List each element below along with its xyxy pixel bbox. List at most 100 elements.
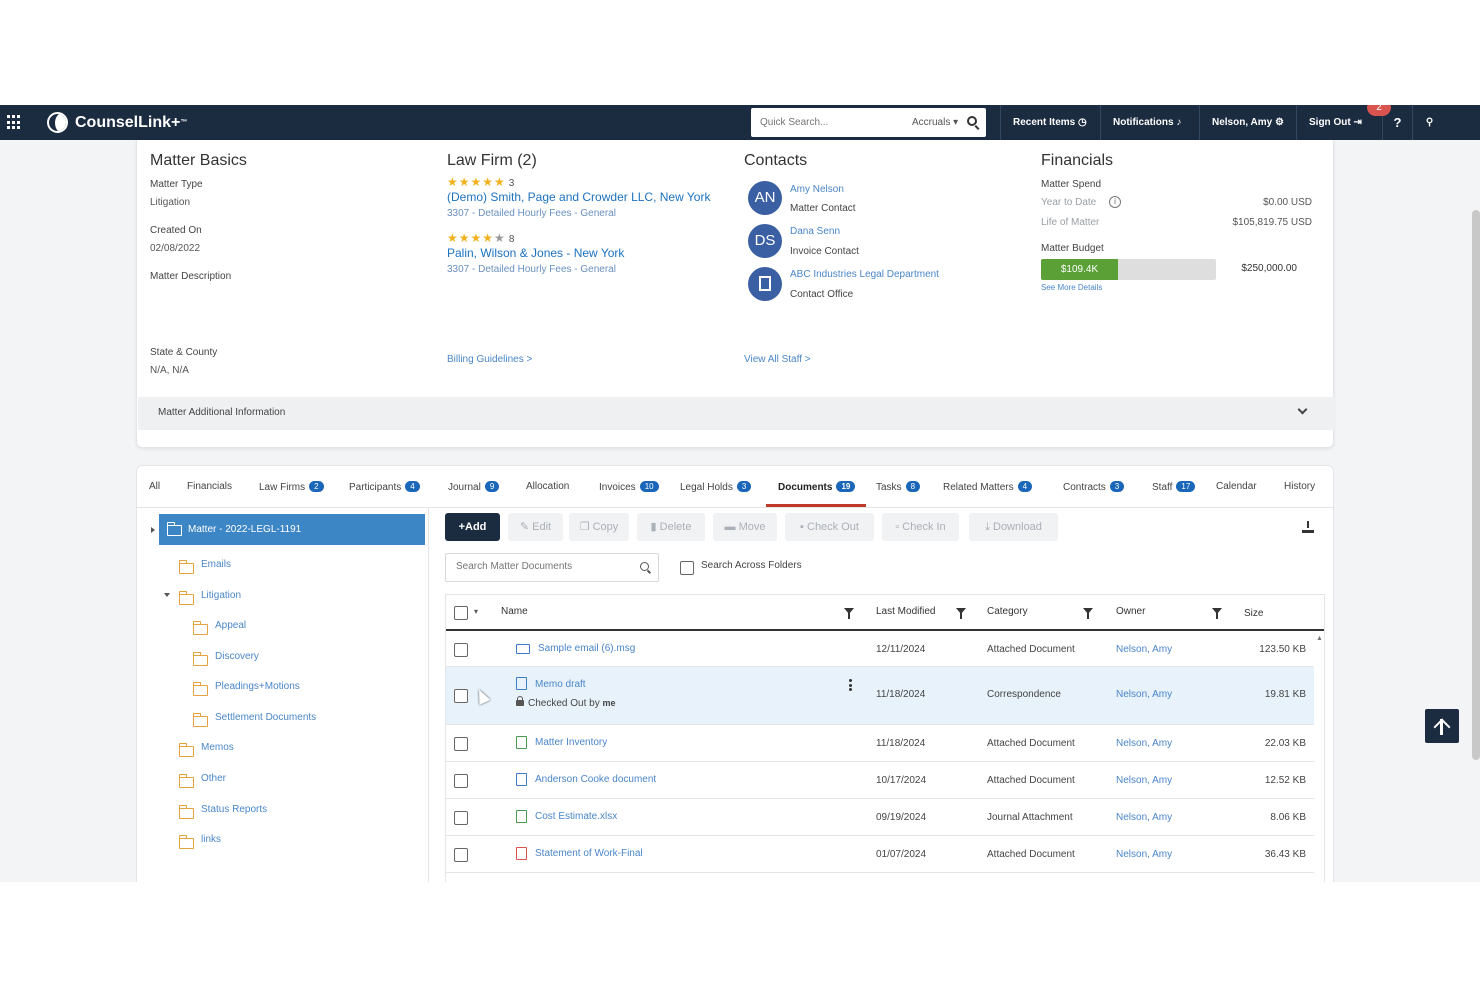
owner-link[interactable]: Nelson, Amy xyxy=(1116,644,1172,655)
more-options-icon[interactable] xyxy=(849,679,852,691)
download-button[interactable]: ⤓ Download xyxy=(969,513,1058,541)
folder-pleadings-motions[interactable]: Pleadings+Motions xyxy=(215,681,300,692)
law-firm-fee-detail[interactable]: 3307 - Detailed Hourly Fees - General xyxy=(447,264,616,275)
tab-financials[interactable]: Financials xyxy=(187,481,232,492)
tab-journal[interactable]: Journal 9 xyxy=(448,481,500,493)
owner-link[interactable]: Nelson, Amy xyxy=(1116,689,1172,700)
filter-icon[interactable] xyxy=(956,608,966,619)
row-checkbox[interactable] xyxy=(454,811,468,825)
tab-participants[interactable]: Participants 4 xyxy=(349,481,420,493)
table-row[interactable]: Sample email (6).msg 12/11/2024 Attached… xyxy=(446,631,1314,667)
user-menu-button[interactable]: Nelson, Amy ⚙ xyxy=(1199,105,1296,140)
app-logo[interactable]: CounselLink+ ™ xyxy=(47,112,187,133)
law-firm-fee-detail[interactable]: 3307 - Detailed Hourly Fees - General xyxy=(447,208,616,219)
folder-settlement-documents[interactable]: Settlement Documents xyxy=(215,712,316,723)
table-row[interactable]: Matter Inventory 11/18/2024 Attached Doc… xyxy=(446,725,1314,762)
see-more-details-link[interactable]: See More Details xyxy=(1041,283,1102,292)
search-scope-dropdown[interactable]: Accruals ▾ xyxy=(912,117,958,128)
folder-emails[interactable]: Emails xyxy=(201,559,231,570)
folder-other[interactable]: Other xyxy=(201,773,226,784)
column-header-last-modified[interactable]: Last Modified xyxy=(876,606,935,617)
document-name-link[interactable]: Sample email (6).msg xyxy=(538,643,635,654)
quick-search-input[interactable] xyxy=(760,117,900,128)
folder-memos[interactable]: Memos xyxy=(201,742,234,753)
contact-name-link[interactable]: ABC Industries Legal Department xyxy=(790,269,939,280)
owner-link[interactable]: Nelson, Amy xyxy=(1116,775,1172,786)
filter-icon[interactable] xyxy=(1212,608,1222,619)
scroll-to-top-button[interactable] xyxy=(1425,709,1459,743)
chevron-down-icon[interactable]: ▾ xyxy=(474,607,478,616)
tab-invoices[interactable]: Invoices 10 xyxy=(599,481,659,493)
notifications-button[interactable]: Notifications ♪ xyxy=(1100,105,1199,140)
owner-link[interactable]: Nelson, Amy xyxy=(1116,812,1172,823)
tree-root-folder[interactable]: Matter - 2022-LEGL-1191 xyxy=(159,514,425,545)
owner-link[interactable]: Nelson, Amy xyxy=(1116,849,1172,860)
caret-icon[interactable] xyxy=(151,527,155,533)
location-button[interactable]: ⚲ xyxy=(1412,105,1446,140)
select-all-checkbox[interactable] xyxy=(454,606,468,620)
tab-legal-holds[interactable]: Legal Holds 3 xyxy=(680,481,752,493)
document-name-link[interactable]: Statement of Work-Final xyxy=(535,848,643,859)
recent-items-button[interactable]: Recent Items ◷ xyxy=(1000,105,1100,140)
add-button[interactable]: +Add xyxy=(445,513,500,541)
search-across-folders-checkbox[interactable] xyxy=(680,561,694,575)
view-all-staff-link[interactable]: View All Staff > xyxy=(744,354,811,365)
table-row[interactable]: Statement of Work-Final 01/07/2024 Attac… xyxy=(446,836,1314,873)
folder-links[interactable]: links xyxy=(201,834,221,845)
row-checkbox[interactable] xyxy=(454,737,468,751)
billing-guidelines-link[interactable]: Billing Guidelines > xyxy=(447,354,532,365)
tab-contracts[interactable]: Contracts 3 xyxy=(1063,481,1125,493)
check-in-button[interactable]: ▫ Check In xyxy=(882,513,959,541)
contact-name-link[interactable]: Amy Nelson xyxy=(790,184,844,195)
column-header-owner[interactable]: Owner xyxy=(1116,606,1145,617)
folder-litigation[interactable]: Litigation xyxy=(201,590,241,601)
tab-history[interactable]: History xyxy=(1284,481,1315,492)
row-checkbox[interactable] xyxy=(454,643,468,657)
caret-icon[interactable] xyxy=(164,593,170,597)
edit-button[interactable]: ✎ Edit xyxy=(508,513,563,541)
document-name-link[interactable]: Cost Estimate.xlsx xyxy=(535,811,617,822)
column-header-name[interactable]: Name xyxy=(501,606,528,617)
owner-link[interactable]: Nelson, Amy xyxy=(1116,738,1172,749)
row-checkbox[interactable] xyxy=(454,774,468,788)
export-download-icon[interactable] xyxy=(1302,521,1314,533)
law-firm-link[interactable]: Palin, Wilson & Jones - New York xyxy=(447,246,624,260)
document-name-link[interactable]: Memo draft xyxy=(535,679,586,690)
document-search-input[interactable] xyxy=(456,561,626,572)
tab-all[interactable]: All xyxy=(149,481,160,492)
row-checkbox[interactable] xyxy=(454,689,468,703)
tab-allocation[interactable]: Allocation xyxy=(526,481,569,492)
copy-button[interactable]: ❐ Copy xyxy=(569,513,629,541)
page-scrollbar[interactable] xyxy=(1472,210,1480,760)
folder-discovery[interactable]: Discovery xyxy=(215,651,259,662)
tab-tasks[interactable]: Tasks 8 xyxy=(876,481,921,493)
table-row[interactable]: Anderson Cooke document 10/17/2024 Attac… xyxy=(446,762,1314,799)
folder-appeal[interactable]: Appeal xyxy=(215,620,246,631)
app-launcher-icon[interactable] xyxy=(7,115,22,130)
tab-related-matters[interactable]: Related Matters 4 xyxy=(943,481,1033,493)
info-icon[interactable]: i xyxy=(1109,196,1121,208)
column-header-category[interactable]: Category xyxy=(987,606,1028,617)
matter-additional-info-toggle[interactable]: Matter Additional Information xyxy=(138,397,1334,430)
folder-status-reports[interactable]: Status Reports xyxy=(201,804,267,815)
filter-icon[interactable] xyxy=(844,608,854,619)
contact-name-link[interactable]: Dana Senn xyxy=(790,226,840,237)
search-icon[interactable] xyxy=(640,562,649,571)
tab-law-firms[interactable]: Law Firms 2 xyxy=(259,481,324,493)
search-icon[interactable] xyxy=(967,116,977,126)
tab-staff[interactable]: Staff 17 xyxy=(1152,481,1196,493)
scroll-up-arrow-icon[interactable]: ▲ xyxy=(1316,635,1323,642)
law-firm-link[interactable]: (Demo) Smith, Page and Crowder LLC, New … xyxy=(447,190,710,204)
document-name-link[interactable]: Anderson Cooke document xyxy=(535,774,656,785)
check-out-button[interactable]: ▪ Check Out xyxy=(785,513,874,541)
row-checkbox[interactable] xyxy=(454,848,468,862)
column-header-size[interactable]: Size xyxy=(1244,608,1263,619)
table-row[interactable]: Cost Estimate.xlsx 09/19/2024 Journal At… xyxy=(446,799,1314,836)
delete-button[interactable]: ▮ Delete xyxy=(637,513,705,541)
table-row[interactable]: Memo draft Checked Out by me 11/18/2024 … xyxy=(446,667,1314,725)
tab-calendar[interactable]: Calendar xyxy=(1216,481,1257,492)
tab-documents[interactable]: Documents 19 xyxy=(778,481,856,493)
move-button[interactable]: ▬ Move xyxy=(713,513,777,541)
filter-icon[interactable] xyxy=(1083,608,1093,619)
document-name-link[interactable]: Matter Inventory xyxy=(535,737,607,748)
